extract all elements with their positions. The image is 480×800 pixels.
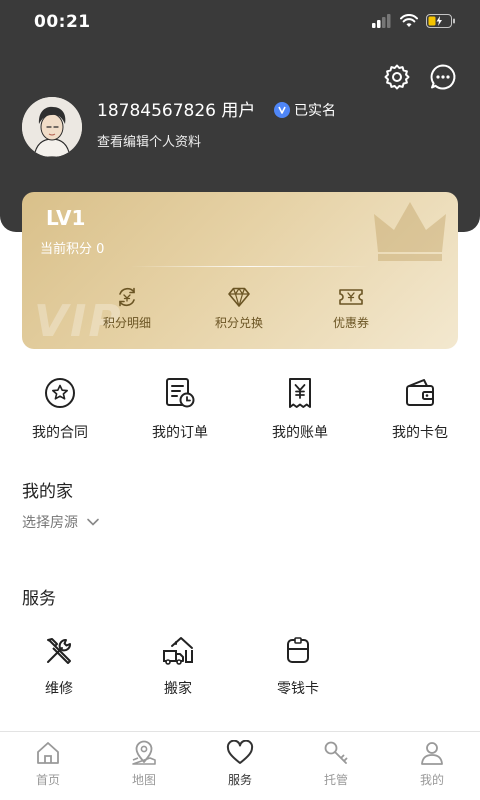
edit-profile-link[interactable]: 查看编辑个人资料 xyxy=(97,131,201,150)
my-home-title: 我的家 xyxy=(22,482,73,502)
vip-card[interactable]: VIP LV1 当前积分 0 积分明细 积分兑换 优惠券 xyxy=(22,192,458,349)
moving-service-button[interactable]: 搬家 xyxy=(138,636,218,698)
service-items: 维修 搬家 零钱卡 xyxy=(0,636,480,704)
coupon-icon xyxy=(339,289,363,305)
my-wallet-button[interactable]: 我的卡包 xyxy=(360,376,480,442)
service-label: 维修 xyxy=(45,681,73,697)
tab-label: 地图 xyxy=(131,773,156,787)
services-title: 服务 xyxy=(22,589,56,609)
tab-map[interactable]: 地图 xyxy=(96,732,192,800)
quick-link-label: 我的账单 xyxy=(272,425,328,441)
repair-service-button[interactable]: 维修 xyxy=(19,636,99,698)
repair-tools-icon xyxy=(47,638,71,664)
vip-action-label: 积分兑换 xyxy=(214,316,263,330)
change-card-icon xyxy=(287,637,309,663)
bill-icon xyxy=(289,378,311,408)
crown-icon xyxy=(370,194,450,268)
avatar[interactable] xyxy=(22,97,82,157)
profile-phone-username[interactable]: 18784567826 用户 xyxy=(97,96,255,121)
gear-icon xyxy=(384,64,410,90)
service-label: 搬家 xyxy=(164,681,192,697)
quick-links: 我的合同 我的订单 我的账单 我的卡包 xyxy=(0,376,480,442)
person-icon xyxy=(421,742,443,765)
heart-icon xyxy=(226,740,254,764)
status-bar: 00:21 xyxy=(0,0,480,46)
status-time: 00:21 xyxy=(34,12,91,32)
avatar-illustration xyxy=(22,97,82,157)
tab-management[interactable]: 托管 xyxy=(288,732,384,800)
vip-divider xyxy=(130,266,370,267)
chat-bubble-icon xyxy=(430,64,456,90)
key-icon xyxy=(324,741,348,764)
header-actions xyxy=(382,62,458,92)
my-contracts-button[interactable]: 我的合同 xyxy=(0,376,120,442)
points-exchange-button[interactable]: 积分兑换 xyxy=(196,286,282,331)
moving-truck-icon xyxy=(163,637,193,665)
vip-action-label: 积分明细 xyxy=(102,316,151,330)
current-points: 当前积分 0 xyxy=(40,242,105,257)
tab-services[interactable]: 服务 xyxy=(192,732,288,800)
service-label: 零钱卡 xyxy=(277,681,319,697)
tab-home[interactable]: 首页 xyxy=(0,732,96,800)
verified-label: 已实名 xyxy=(294,103,336,119)
my-bills-button[interactable]: 我的账单 xyxy=(240,376,360,442)
wifi-icon xyxy=(400,14,418,27)
quick-link-label: 我的卡包 xyxy=(392,425,448,441)
messages-button[interactable] xyxy=(428,62,458,92)
contract-icon xyxy=(45,378,75,408)
quick-link-label: 我的订单 xyxy=(152,425,208,441)
tab-label: 我的 xyxy=(419,773,444,787)
status-icons xyxy=(372,14,456,28)
chevron-down-icon xyxy=(87,518,99,526)
wallet-icon xyxy=(406,379,434,406)
home-icon xyxy=(37,742,59,764)
points-detail-button[interactable]: 积分明细 xyxy=(84,286,170,331)
tab-profile[interactable]: 我的 xyxy=(384,732,480,800)
tab-label: 首页 xyxy=(35,773,60,787)
points-detail-icon xyxy=(119,287,135,307)
tab-label: 托管 xyxy=(323,773,348,787)
vip-level: LV1 xyxy=(46,206,86,230)
order-icon xyxy=(166,378,195,408)
select-property-label: 选择房源 xyxy=(22,515,78,531)
cellular-signal-icon xyxy=(372,14,391,28)
select-property-dropdown[interactable]: 选择房源 xyxy=(22,512,100,532)
quick-link-label: 我的合同 xyxy=(32,425,88,441)
bottom-tab-bar: 首页 地图 服务 托管 我的 xyxy=(0,731,480,800)
battery-icon xyxy=(426,14,455,28)
diamond-icon xyxy=(228,287,250,307)
vip-actions: 积分明细 积分兑换 优惠券 xyxy=(84,286,394,331)
settings-button[interactable] xyxy=(382,62,412,92)
coupon-button[interactable]: 优惠券 xyxy=(308,286,394,331)
vip-action-label: 优惠券 xyxy=(332,316,369,330)
tab-label: 服务 xyxy=(227,773,252,787)
verified-status: 已实名 xyxy=(274,100,336,120)
map-pin-icon xyxy=(132,740,156,765)
my-orders-button[interactable]: 我的订单 xyxy=(120,376,240,442)
verified-badge-icon xyxy=(274,102,290,118)
change-card-service-button[interactable]: 零钱卡 xyxy=(258,636,338,698)
